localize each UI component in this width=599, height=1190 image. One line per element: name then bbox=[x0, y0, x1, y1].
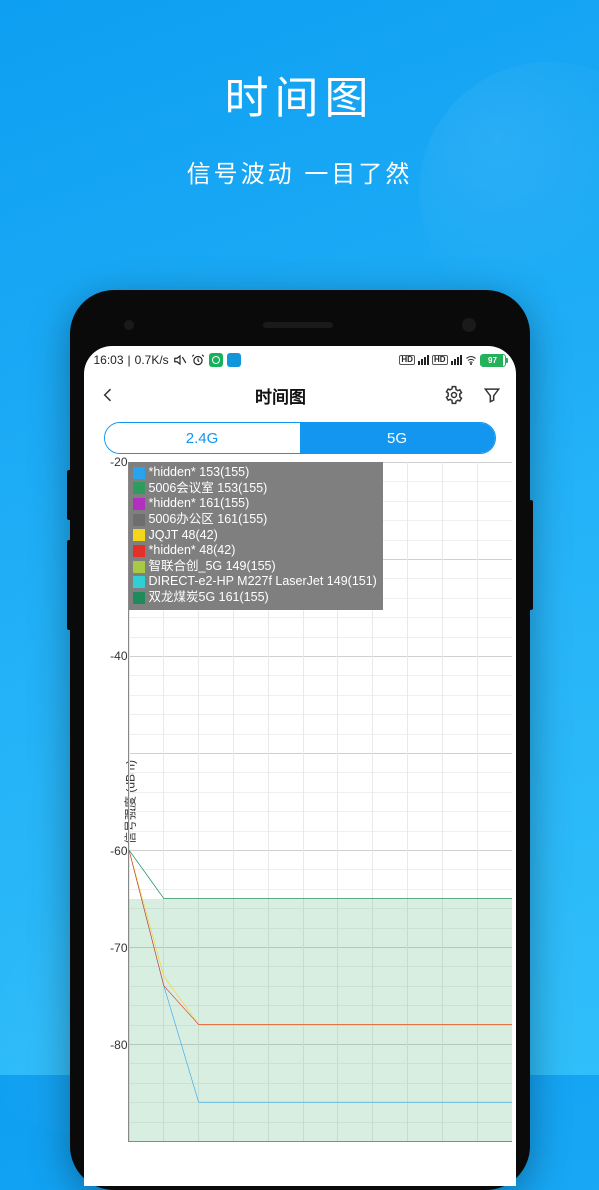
app-indicator-icon bbox=[209, 353, 223, 367]
plot-area[interactable]: *hidden* 153(155)5006会议室 153(155)*hidden… bbox=[128, 462, 512, 1142]
battery-percent: 97 bbox=[481, 354, 505, 367]
legend-item: 5006办公区 161(155) bbox=[133, 512, 377, 528]
legend-label: *hidden* 161(155) bbox=[149, 496, 250, 512]
phone-power-button bbox=[530, 500, 533, 610]
legend-label: *hidden* 153(155) bbox=[149, 465, 250, 481]
legend-item: 5006会议室 153(155) bbox=[133, 481, 377, 497]
legend-swatch-icon bbox=[133, 529, 145, 541]
legend-item: *hidden* 48(42) bbox=[133, 543, 377, 559]
legend-swatch-icon bbox=[133, 482, 145, 494]
legend-swatch-icon bbox=[133, 514, 145, 526]
phone-volume-button bbox=[67, 540, 70, 630]
legend-swatch-icon bbox=[133, 498, 145, 510]
camera-icon bbox=[462, 318, 476, 332]
mute-icon bbox=[173, 353, 187, 367]
hd-icon: HD bbox=[399, 355, 415, 365]
legend-swatch-icon bbox=[133, 467, 145, 479]
legend-swatch-icon bbox=[133, 576, 145, 588]
phone-mockup: 16:03 | 0.7K/s HD HD bbox=[70, 290, 530, 1190]
app-header: 时间图 bbox=[84, 374, 516, 416]
band-tabs: 2.4G 5G bbox=[84, 416, 516, 462]
status-divider: | bbox=[128, 353, 131, 367]
y-tick: -80 bbox=[110, 1038, 127, 1052]
legend-item: 智联合创_5G 149(155) bbox=[133, 559, 377, 575]
chart: 信号强度 (dBm) -20-40-60-70-80 *hidden* 153(… bbox=[84, 462, 516, 1142]
wifi-icon bbox=[465, 354, 477, 366]
filter-button[interactable] bbox=[482, 385, 502, 405]
legend-swatch-icon bbox=[133, 592, 145, 604]
phone-screen: 16:03 | 0.7K/s HD HD bbox=[84, 346, 516, 1186]
phone-volume-button bbox=[67, 470, 70, 520]
settings-button[interactable] bbox=[444, 385, 464, 405]
legend-label: 双龙煤炭5G 161(155) bbox=[149, 590, 269, 606]
page-title: 时间图 bbox=[255, 383, 306, 408]
app-indicator-icon bbox=[227, 353, 241, 367]
speaker-icon bbox=[263, 322, 333, 328]
legend-swatch-icon bbox=[133, 545, 145, 557]
legend-label: 智联合创_5G 149(155) bbox=[149, 559, 276, 575]
signal-icon bbox=[451, 355, 462, 365]
y-tick: -20 bbox=[110, 455, 127, 469]
legend-item: DIRECT-e2-HP M227f LaserJet 149(151) bbox=[133, 574, 377, 590]
y-axis: -20-40-60-70-80 bbox=[98, 462, 128, 1142]
hd-icon: HD bbox=[432, 355, 448, 365]
tab-5g[interactable]: 5G bbox=[300, 423, 495, 453]
legend-item: 双龙煤炭5G 161(155) bbox=[133, 590, 377, 606]
tab-24g[interactable]: 2.4G bbox=[105, 423, 300, 453]
legend-label: 5006会议室 153(155) bbox=[149, 481, 268, 497]
statusbar: 16:03 | 0.7K/s HD HD bbox=[84, 346, 516, 374]
legend-item: *hidden* 161(155) bbox=[133, 496, 377, 512]
legend-item: JQJT 48(42) bbox=[133, 528, 377, 544]
status-netspeed: 0.7K/s bbox=[135, 353, 169, 367]
sensor-icon bbox=[124, 320, 134, 330]
legend-label: JQJT 48(42) bbox=[149, 528, 218, 544]
battery-icon: 97 bbox=[480, 354, 506, 367]
legend: *hidden* 153(155)5006会议室 153(155)*hidden… bbox=[129, 462, 383, 610]
phone-notch bbox=[84, 304, 516, 346]
legend-label: *hidden* 48(42) bbox=[149, 543, 236, 559]
signal-icon bbox=[418, 355, 429, 365]
legend-label: 5006办公区 161(155) bbox=[149, 512, 268, 528]
back-button[interactable] bbox=[98, 385, 118, 405]
y-tick: -60 bbox=[110, 844, 127, 858]
y-tick: -40 bbox=[110, 649, 127, 663]
legend-swatch-icon bbox=[133, 561, 145, 573]
status-time: 16:03 bbox=[94, 353, 124, 367]
legend-label: DIRECT-e2-HP M227f LaserJet 149(151) bbox=[149, 574, 377, 590]
legend-item: *hidden* 153(155) bbox=[133, 465, 377, 481]
alarm-icon bbox=[191, 353, 205, 367]
y-tick: -70 bbox=[110, 941, 127, 955]
